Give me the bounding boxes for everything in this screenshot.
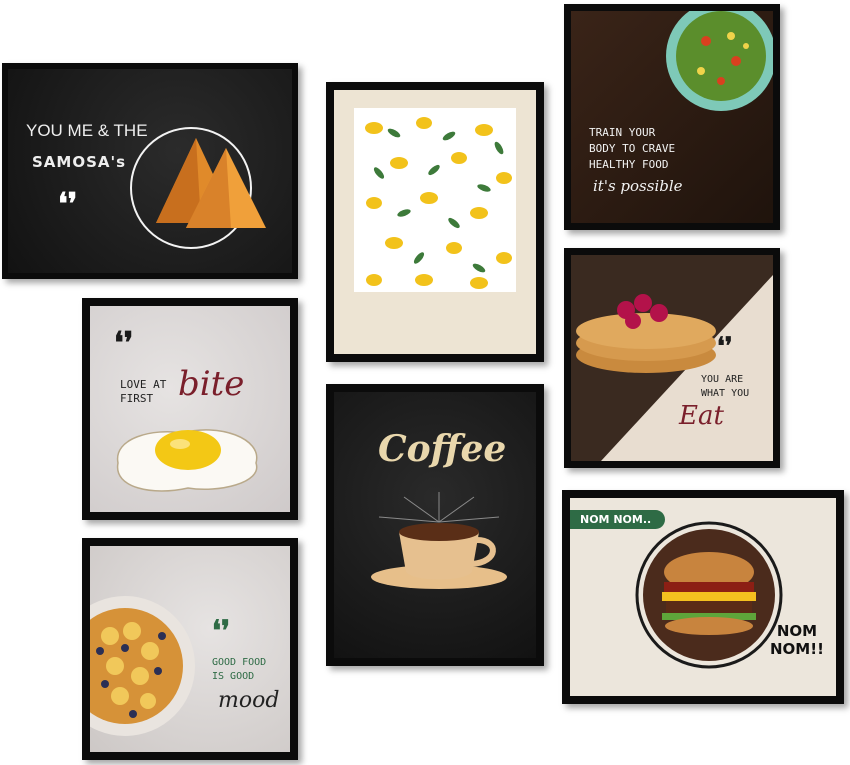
coffee-title: Coffee — [378, 428, 507, 470]
pancake-image — [576, 275, 773, 461]
banana-poster-frame: ❛❜ GOOD FOOD IS GOOD mood — [82, 538, 298, 760]
banana-quote-icon: ❛❜ — [212, 614, 231, 647]
egg-quote-icon: ❛❜ — [114, 326, 134, 361]
salad-script: it's possible — [593, 177, 683, 195]
samosa-poster: YOU ME & THE SAMOSA's ❛❜ — [8, 69, 292, 273]
banana-text: GOOD FOOD IS GOOD — [212, 657, 267, 682]
egg-poster-frame: ❛❜ LOVE AT FIRST bite — [82, 298, 298, 520]
burger-poster: NOM NOM.. NOM NOM!! — [570, 498, 836, 696]
burger-poster-frame: NOM NOM.. NOM NOM!! — [562, 490, 844, 704]
salad-poster-frame: TRAIN YOUR BODY TO CRAVE HEALTHY FOOD it… — [564, 4, 780, 230]
samosa-quote-icon: ❛❜ — [58, 187, 78, 222]
salad-poster: TRAIN YOUR BODY TO CRAVE HEALTHY FOOD it… — [571, 11, 773, 223]
coffee-poster: Coffee — [334, 392, 536, 658]
pancake-script: Eat — [679, 401, 724, 431]
pancake-poster: ❛❜ YOU ARE WHAT YOU Eat — [571, 255, 773, 461]
banana-poster: ❛❜ GOOD FOOD IS GOOD mood — [90, 546, 290, 752]
burger-text: NOM NOM!! — [770, 622, 824, 658]
samosa-line2: SAMOSA's — [32, 153, 127, 171]
samosa-poster-frame: YOU ME & THE SAMOSA's ❛❜ — [2, 63, 298, 279]
fried-egg-image — [116, 429, 258, 492]
salad-text: TRAIN YOUR BODY TO CRAVE HEALTHY FOOD — [589, 126, 676, 171]
samosa-image — [130, 127, 266, 249]
coffee-cup-image — [371, 492, 507, 589]
egg-poster: ❛❜ LOVE AT FIRST bite — [90, 306, 290, 512]
banana-pancake-image — [90, 596, 195, 736]
lemon-pattern-image — [354, 108, 516, 292]
lemon-poster-frame — [326, 82, 544, 362]
pancake-quote-icon: ❛❜ — [717, 331, 733, 360]
banana-script: mood — [218, 688, 280, 713]
burger-image — [635, 521, 783, 669]
lemon-mat — [334, 90, 536, 354]
egg-script: bite — [178, 364, 245, 404]
egg-text: LOVE AT FIRST — [120, 378, 167, 405]
pancake-text: YOU ARE WHAT YOU — [701, 374, 750, 399]
pancake-poster-frame: ❛❜ YOU ARE WHAT YOU Eat — [564, 248, 780, 468]
salad-bowl-image — [666, 11, 773, 111]
coffee-poster-frame: Coffee — [326, 384, 544, 666]
